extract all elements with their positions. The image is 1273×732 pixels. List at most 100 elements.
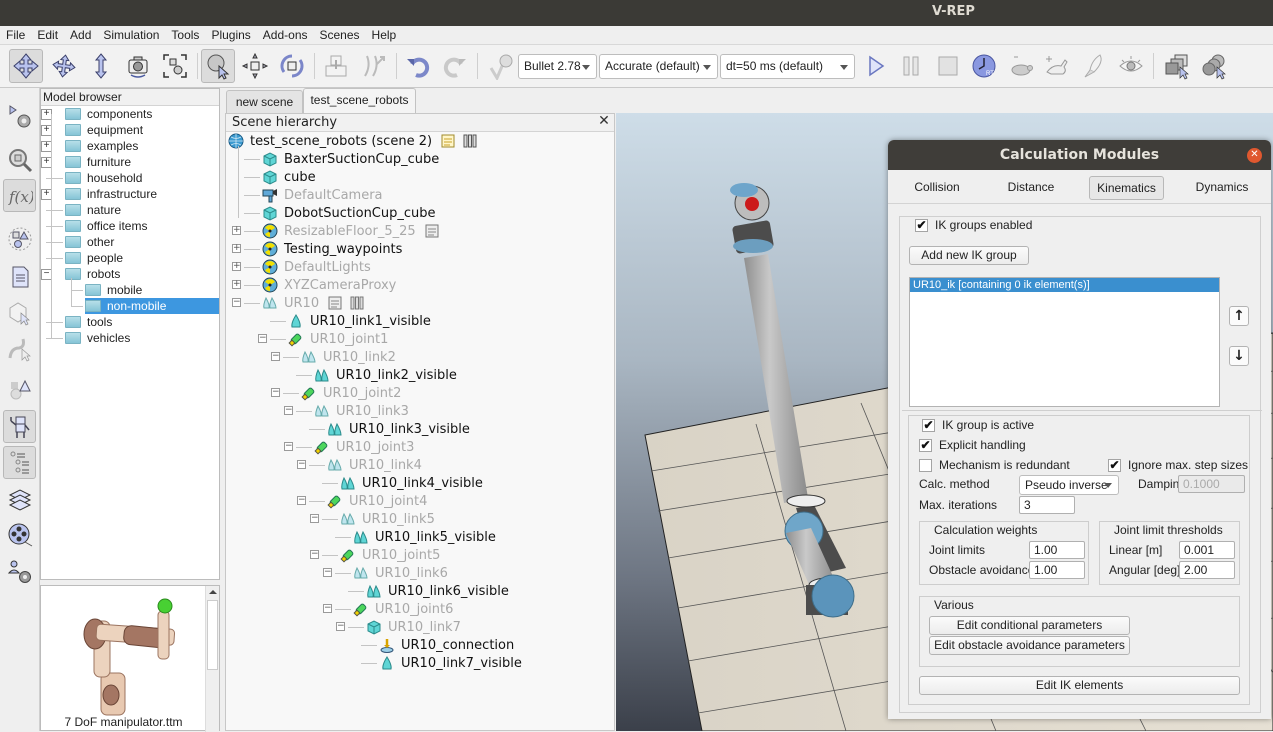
hierarchy-item[interactable]: UR10_joint1	[288, 330, 388, 348]
camera-angle-button[interactable]	[121, 49, 155, 83]
redo-button[interactable]	[438, 49, 472, 83]
menu-edit[interactable]: Edit	[31, 28, 64, 42]
real-time-button[interactable]: RT	[967, 49, 1001, 83]
edit-obstacle-avoidance-button[interactable]: Edit obstacle avoidance parameters	[929, 636, 1130, 655]
hierarchy-item[interactable]: UR10_link7_visible	[379, 654, 522, 672]
model-browser-button[interactable]	[3, 410, 36, 443]
scripts-button[interactable]	[3, 260, 36, 293]
hierarchy-item[interactable]: XYZCameraProxy	[262, 276, 396, 294]
hierarchy-item[interactable]: UR10_link1_visible	[288, 312, 431, 330]
model-thumbnail[interactable]	[61, 591, 186, 719]
move-ik-group-up-button[interactable]: ↑	[1229, 306, 1249, 326]
model-folder-equipment[interactable]: + equipment	[41, 122, 219, 138]
expand-icon[interactable]: +	[232, 226, 241, 235]
hierarchy-item[interactable]: UR10_link2	[301, 348, 396, 366]
collapse-icon[interactable]: −	[258, 334, 267, 343]
menu-scenes[interactable]: Scenes	[314, 28, 366, 42]
close-dialog-button[interactable]: ✕	[1247, 148, 1262, 163]
hierarchy-item[interactable]: UR10_joint6	[353, 600, 453, 618]
hierarchy-item[interactable]: BaxterSuctionCup_cube	[262, 150, 439, 168]
hierarchy-item[interactable]: Testing_waypoints	[262, 240, 402, 258]
hierarchy-item[interactable]: UR10_joint5	[340, 546, 440, 564]
simulation-settings-button[interactable]	[3, 100, 36, 133]
hierarchy-item[interactable]: UR10_joint2	[301, 384, 401, 402]
model-folder-household[interactable]: household	[46, 170, 219, 186]
camera-pan-button[interactable]	[9, 49, 43, 83]
hierarchy-item[interactable]: UR10_link7	[366, 618, 461, 636]
collapse-icon[interactable]: −	[271, 352, 280, 361]
joint-limits-weight-input[interactable]: 1.00	[1029, 541, 1085, 559]
hierarchy-item[interactable]: UR10_link4_visible	[340, 474, 483, 492]
expand-icon[interactable]: +	[232, 244, 241, 253]
hierarchy-item[interactable]: UR10_link6	[353, 564, 448, 582]
model-folder-other[interactable]: other	[46, 234, 219, 250]
model-folder-non-mobile[interactable]: non-mobile	[71, 298, 219, 314]
faster-button[interactable]	[1040, 49, 1074, 83]
model-folder-people[interactable]: people	[46, 250, 219, 266]
click-selection-button[interactable]	[201, 49, 235, 83]
customization-script-icon[interactable]	[462, 133, 478, 149]
model-folder-furniture[interactable]: + furniture	[41, 154, 219, 170]
slower-button[interactable]	[1004, 49, 1038, 83]
collapse-icon[interactable]: −	[310, 514, 319, 523]
tab-distance[interactable]: Distance	[993, 176, 1069, 200]
scene-root[interactable]: test_scene_robots (scene 2)	[228, 132, 484, 150]
menu-plugins[interactable]: Plugins	[205, 28, 256, 42]
tab-new-scene[interactable]: new scene	[226, 90, 303, 113]
script-icon[interactable]	[327, 295, 343, 311]
fit-to-view-button[interactable]	[158, 49, 192, 83]
video-recorder-button[interactable]	[3, 518, 36, 551]
collapse-icon[interactable]: −	[310, 550, 319, 559]
collapse-icon[interactable]: −	[336, 622, 345, 631]
calculation-modules-button[interactable]: f(x)	[3, 179, 36, 212]
model-folder-tools[interactable]: tools	[46, 314, 219, 330]
model-folder-infrastructure[interactable]: + infrastructure	[41, 186, 219, 202]
hierarchy-item[interactable]: UR10	[262, 294, 371, 312]
ik-groups-list[interactable]: UR10_ik [containing 0 ik element(s)]	[909, 277, 1220, 407]
hierarchy-item[interactable]: UR10_link3	[314, 402, 409, 420]
camera-shift-button[interactable]	[84, 49, 118, 83]
scene-selector-button[interactable]	[1197, 49, 1231, 83]
ik-groups-enabled-checkbox[interactable]: ✔ IK groups enabled	[915, 217, 1032, 233]
pause-simulation-button[interactable]	[894, 49, 928, 83]
model-folder-office-items[interactable]: office items	[46, 218, 219, 234]
tab-kinematics[interactable]: Kinematics	[1089, 176, 1164, 200]
threaded-rendering-button[interactable]	[1077, 49, 1111, 83]
hierarchy-item[interactable]: DefaultLights	[262, 258, 371, 276]
assemble-button[interactable]	[319, 49, 353, 83]
hierarchy-item[interactable]: cube	[262, 168, 316, 186]
ignore-step-sizes-checkbox[interactable]: ✔ Ignore max. step sizes	[1108, 457, 1248, 473]
expand-icon[interactable]: +	[232, 280, 241, 289]
close-hierarchy-button[interactable]: ✕	[597, 114, 611, 129]
camera-rotate-button[interactable]	[47, 49, 81, 83]
obstacle-avoidance-weight-input[interactable]: 1.00	[1029, 561, 1085, 579]
user-settings-button[interactable]	[3, 555, 36, 588]
hierarchy-item[interactable]: UR10_link3_visible	[327, 420, 470, 438]
object-shift-button[interactable]	[238, 49, 272, 83]
model-folder-examples[interactable]: + examples	[41, 138, 219, 154]
dynamics-content-button[interactable]	[484, 49, 518, 83]
menu-help[interactable]: Help	[366, 28, 403, 42]
hierarchy-item[interactable]: DobotSuctionCup_cube	[262, 204, 436, 222]
model-folder-nature[interactable]: nature	[46, 202, 219, 218]
menu-add[interactable]: Add	[64, 28, 97, 42]
expand-icon[interactable]: +	[232, 262, 241, 271]
mechanism-redundant-checkbox[interactable]: Mechanism is redundant	[919, 457, 1070, 473]
ik-group-active-checkbox[interactable]: ✔ IK group is active	[922, 417, 1034, 433]
tab-test-scene-robots[interactable]: test_scene_robots	[303, 88, 416, 113]
hierarchy-item[interactable]: DefaultCamera	[262, 186, 383, 204]
physics-engine-select[interactable]: Bullet 2.78	[518, 54, 597, 79]
calc-method-select[interactable]: Pseudo inverse	[1019, 475, 1119, 495]
collapse-icon[interactable]: −	[284, 406, 293, 415]
scene-hierarchy-button[interactable]	[3, 446, 36, 479]
move-ik-group-down-button[interactable]: ↓	[1229, 346, 1249, 366]
max-iterations-input[interactable]: 3	[1019, 496, 1075, 514]
hierarchy-item[interactable]: UR10_link2_visible	[314, 366, 457, 384]
collapse-icon[interactable]: −	[297, 496, 306, 505]
page-selector-button[interactable]	[1160, 49, 1194, 83]
angular-threshold-input[interactable]: 2.00	[1179, 561, 1235, 579]
menu-addons[interactable]: Add-ons	[257, 28, 314, 42]
hierarchy-item[interactable]: UR10_link4	[327, 456, 422, 474]
timestep-select[interactable]: dt=50 ms (default)	[720, 54, 855, 79]
collapse-icon[interactable]: −	[232, 298, 241, 307]
